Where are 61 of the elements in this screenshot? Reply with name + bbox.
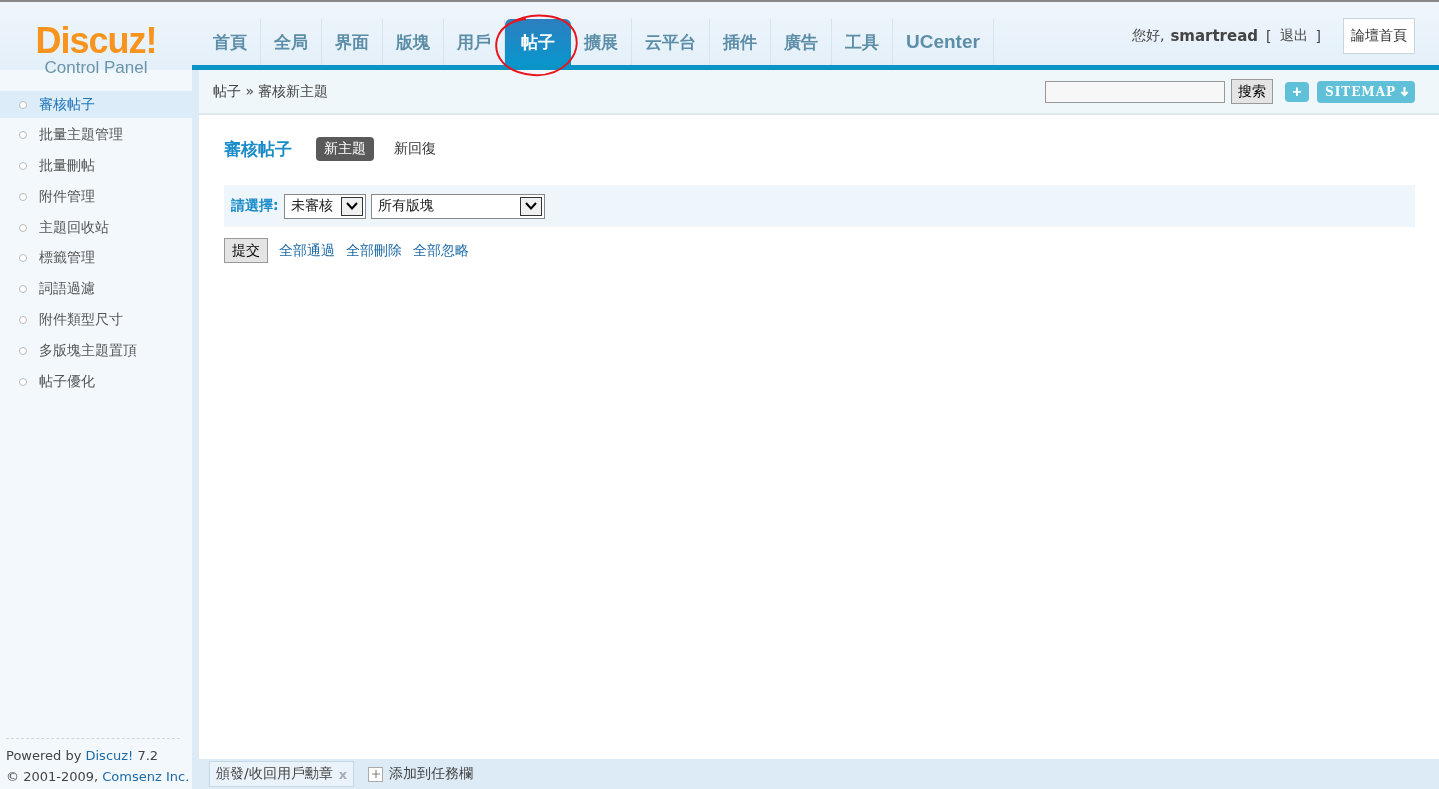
- search-field[interactable]: [1045, 80, 1225, 103]
- sidebar-item[interactable]: 批量刪帖: [0, 152, 192, 180]
- circle-bullet-icon: [19, 162, 27, 171]
- sidebar-item[interactable]: 主題回收站: [0, 214, 192, 242]
- caret-icon: [340, 196, 363, 216]
- plus-icon: [368, 766, 384, 782]
- nav-tab[interactable]: 帖子: [505, 19, 571, 65]
- nav-tab[interactable]: 版塊: [383, 19, 444, 65]
- sub-tab[interactable]: 新主題: [316, 137, 374, 161]
- action-link[interactable]: 全部刪除: [346, 241, 402, 260]
- logo-subtitle: Control Panel: [44, 58, 148, 77]
- sidebar-item[interactable]: 帖子優化: [0, 368, 192, 396]
- circle-bullet-icon: [19, 192, 27, 201]
- down-arrow-icon: [1400, 86, 1409, 97]
- sidebar-item[interactable]: 詞語過濾: [0, 275, 192, 303]
- sidebar-item[interactable]: 標籤管理: [0, 245, 192, 272]
- circle-bullet-icon: [19, 285, 27, 294]
- circle-bullet-icon: [19, 100, 27, 109]
- logo-title: Discuz!: [35, 24, 157, 58]
- nav-tab[interactable]: 界面: [322, 19, 383, 65]
- circle-bullet-icon: [19, 131, 27, 140]
- username: smartread: [1170, 27, 1259, 45]
- footer-link[interactable]: Discuz!: [85, 748, 134, 763]
- circle-bullet-icon: [19, 223, 27, 232]
- bracket-text: ]: [1315, 28, 1321, 44]
- sidebar-item[interactable]: 附件類型尺寸: [0, 306, 192, 334]
- action-link[interactable]: 全部忽略: [413, 241, 469, 260]
- greeting-text: 您好,: [1131, 27, 1165, 45]
- submit-button[interactable]: 提交: [224, 238, 268, 263]
- nav-tab[interactable]: 廣告: [771, 19, 832, 65]
- filter-label: 請選擇:: [231, 197, 279, 215]
- action-link[interactable]: 全部通過: [279, 241, 335, 260]
- bracket-text: [: [1266, 28, 1272, 44]
- sidebar-item[interactable]: 批量主題管理: [0, 121, 192, 149]
- task-tab[interactable]: 頒發/收回用戶勳章 x: [209, 761, 355, 787]
- add-to-taskbar-link[interactable]: 添加到任務欄: [368, 765, 474, 783]
- sidebar-item[interactable]: 附件管理: [0, 183, 192, 211]
- logout-link[interactable]: 退出: [1279, 27, 1308, 45]
- caret-icon: [519, 196, 542, 216]
- footer-link[interactable]: Comsenz Inc.: [102, 769, 190, 784]
- nav-tab[interactable]: 擴展: [571, 19, 632, 65]
- nav-tab[interactable]: 云平台: [632, 19, 710, 65]
- breadcrumb: 帖子 » 審核新主題: [213, 82, 329, 101]
- circle-bullet-icon: [19, 377, 27, 386]
- forum-dropdown[interactable]: 所有版塊: [370, 193, 545, 219]
- nav-tab[interactable]: UCenter: [893, 19, 994, 65]
- sub-tab[interactable]: 新回復: [386, 137, 444, 161]
- search-button[interactable]: 搜索: [1231, 79, 1273, 104]
- nav-tab[interactable]: 首頁: [200, 19, 261, 65]
- copyright-text: Powered by Discuz! 7.2: [6, 747, 160, 765]
- status-dropdown[interactable]: 未審核: [283, 193, 366, 219]
- sidebar-item[interactable]: 審核帖子: [0, 91, 192, 118]
- page-title: 審核帖子: [224, 137, 292, 161]
- nav-tab[interactable]: 全局: [261, 19, 322, 65]
- circle-bullet-icon: [19, 254, 27, 263]
- sidebar-item[interactable]: 多版塊主題置頂: [0, 337, 192, 365]
- circle-bullet-icon: [19, 346, 27, 355]
- circle-bullet-icon: [19, 316, 27, 325]
- nav-tab[interactable]: 工具: [832, 19, 893, 65]
- nav-tab[interactable]: 插件: [710, 19, 771, 65]
- forum-home-button[interactable]: 論壇首頁: [1343, 18, 1415, 54]
